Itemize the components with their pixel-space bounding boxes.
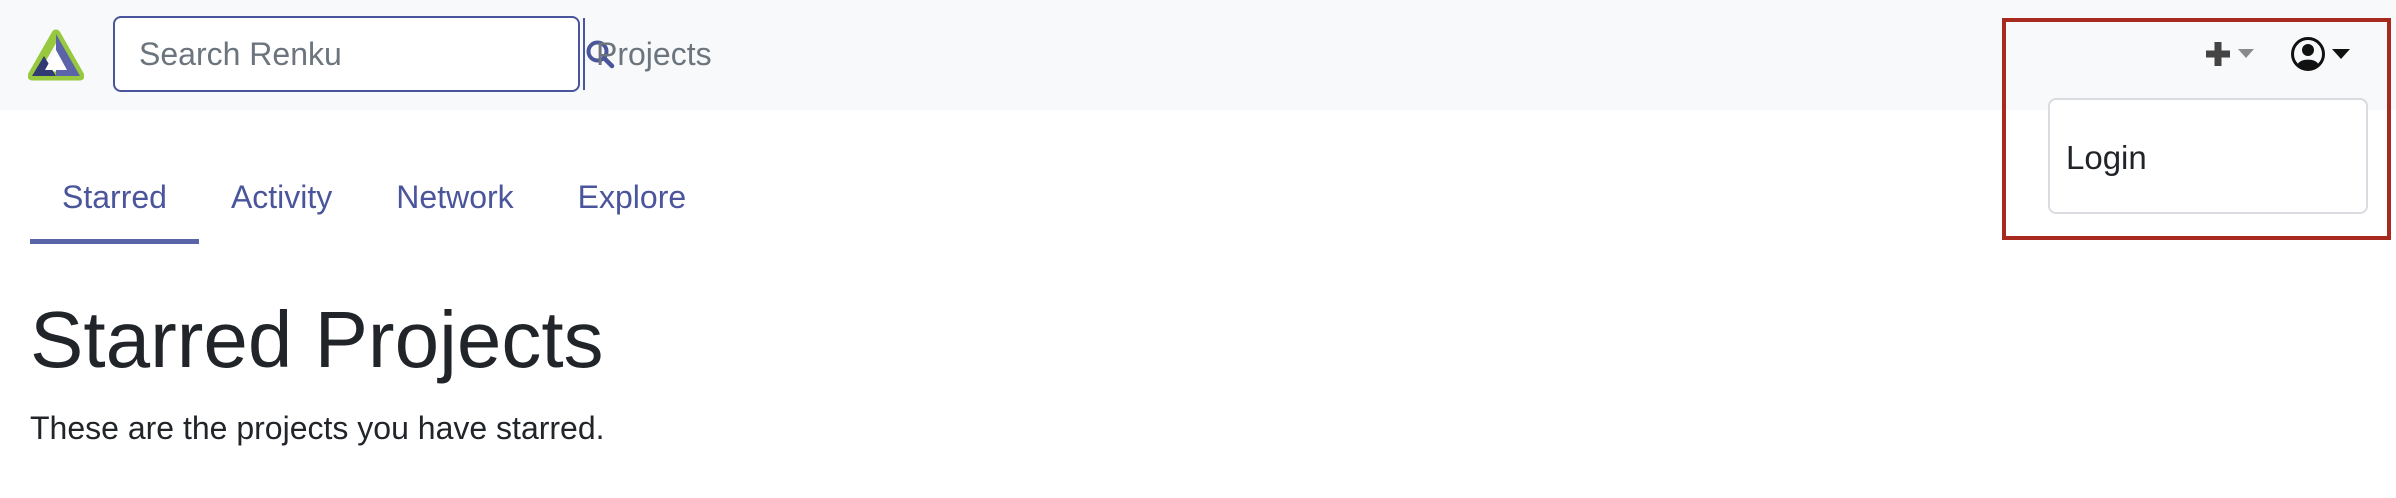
nav-link-projects[interactable]: Projects xyxy=(596,30,712,78)
page-subtitle: These are the projects you have starred. xyxy=(30,410,605,446)
project-tabs: Starred Activity Network Explore xyxy=(30,160,718,244)
tab-starred[interactable]: Starred xyxy=(30,160,199,244)
search-input[interactable] xyxy=(115,18,583,90)
tab-network[interactable]: Network xyxy=(364,160,545,244)
tab-explore[interactable]: Explore xyxy=(546,160,719,244)
renku-logo-icon[interactable] xyxy=(28,28,84,84)
search-group xyxy=(113,16,615,92)
highlight-box xyxy=(2002,18,2391,240)
tab-activity[interactable]: Activity xyxy=(199,160,364,244)
page-title: Starred Projects xyxy=(30,295,604,384)
